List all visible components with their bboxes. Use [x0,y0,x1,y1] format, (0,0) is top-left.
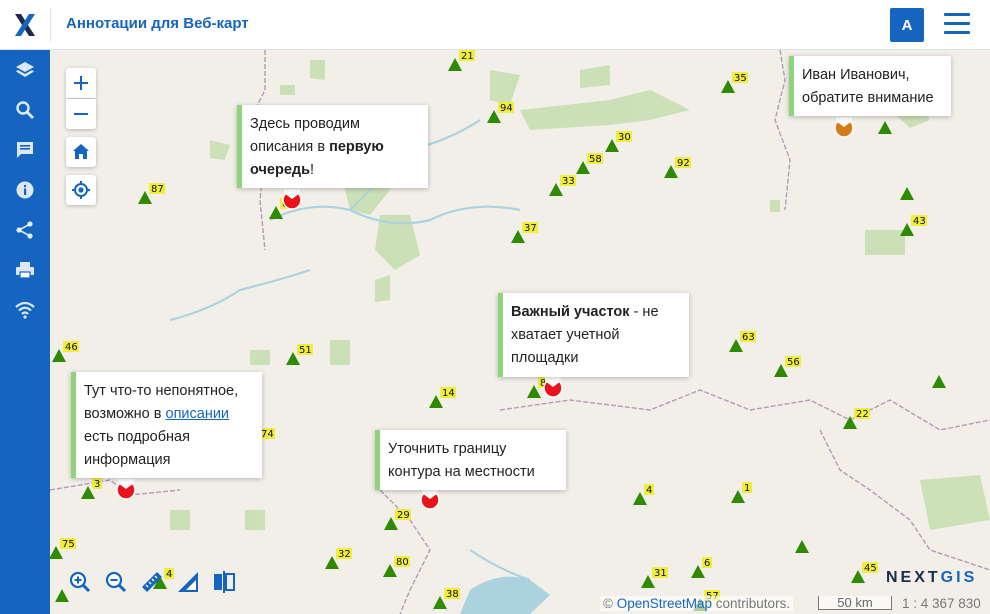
annotation-popup-border[interactable]: Уточнить границу контура на местности [375,430,566,490]
zoom-in-tool[interactable] [66,568,94,596]
layers-icon [16,62,34,77]
app-header: Аннотации для Веб-карт A [0,0,990,50]
annotation-marker-unclear[interactable] [116,479,136,500]
ruler-icon [142,572,162,592]
annotation-popup-first[interactable]: Здесь проводим описания в первую очередь… [237,105,428,188]
header-divider [50,8,51,42]
nextgis-wordmark: NEXTGIS [886,569,978,586]
menu-button[interactable] [940,13,974,37]
sidebar-item-print[interactable] [0,250,50,290]
annotation-text: Уточнить границу контура на местности [388,441,535,480]
zoom-out-icon [105,571,127,593]
area-ruler-icon [178,572,198,592]
sidebar-item-share[interactable] [0,210,50,250]
search-icon [16,101,34,119]
scale-bar: 50 km [818,596,892,610]
menu-icon [944,13,970,16]
comment-icon [17,142,33,158]
zoom-in-icon [69,571,91,593]
share-icon [16,221,33,239]
annotation-text: Иван Иванович, обратите внимание [802,67,934,106]
compare-icon [214,571,235,593]
print-icon [16,262,34,279]
map-attribution: © OpenStreetMap contributors. [600,596,794,611]
annotation-marker-important[interactable] [543,377,563,398]
sidebar-item-wifi[interactable] [0,290,50,330]
osm-link[interactable]: OpenStreetMap [617,596,712,611]
annotation-marker-first[interactable] [282,189,302,210]
sidebar-item-info[interactable] [0,170,50,210]
annotation-text: есть подробная информация [84,429,190,468]
wifi-icon [15,301,35,319]
annotation-text: ! [310,162,315,178]
annotation-popup-ivan[interactable]: Иван Иванович, обратите внимание [789,56,951,116]
annotation-marker-border[interactable] [420,489,440,510]
sidebar-item-search[interactable] [0,90,50,130]
user-avatar[interactable]: A [890,8,924,42]
map-view[interactable]: 2135943058928760333743514663561482274341… [50,50,990,614]
swipe-compare-tool[interactable] [210,568,238,596]
annotation-bold-text: Важный участок [511,304,630,320]
zoom-out-tool[interactable] [102,568,130,596]
annotation-popup-unclear[interactable]: Тут что-то непонятное, возможно в описан… [71,372,262,478]
scale-ratio: 1 : 4 367 830 [902,596,981,611]
annotation-link[interactable]: описании [166,406,230,422]
sidebar-item-comments[interactable] [0,130,50,170]
info-icon [16,181,34,199]
sidebar-item-layers[interactable] [0,50,50,90]
measure-area-tool[interactable] [174,568,202,596]
measure-distance-tool[interactable] [138,568,166,596]
nextgis-logo-icon[interactable] [0,0,50,50]
annotation-popup-important[interactable]: Важный участок - не хватает учетной площ… [498,293,689,377]
sidebar [0,50,50,614]
app-title: Аннотации для Веб-карт [66,15,249,32]
annotation-marker-ivan[interactable] [834,117,854,138]
